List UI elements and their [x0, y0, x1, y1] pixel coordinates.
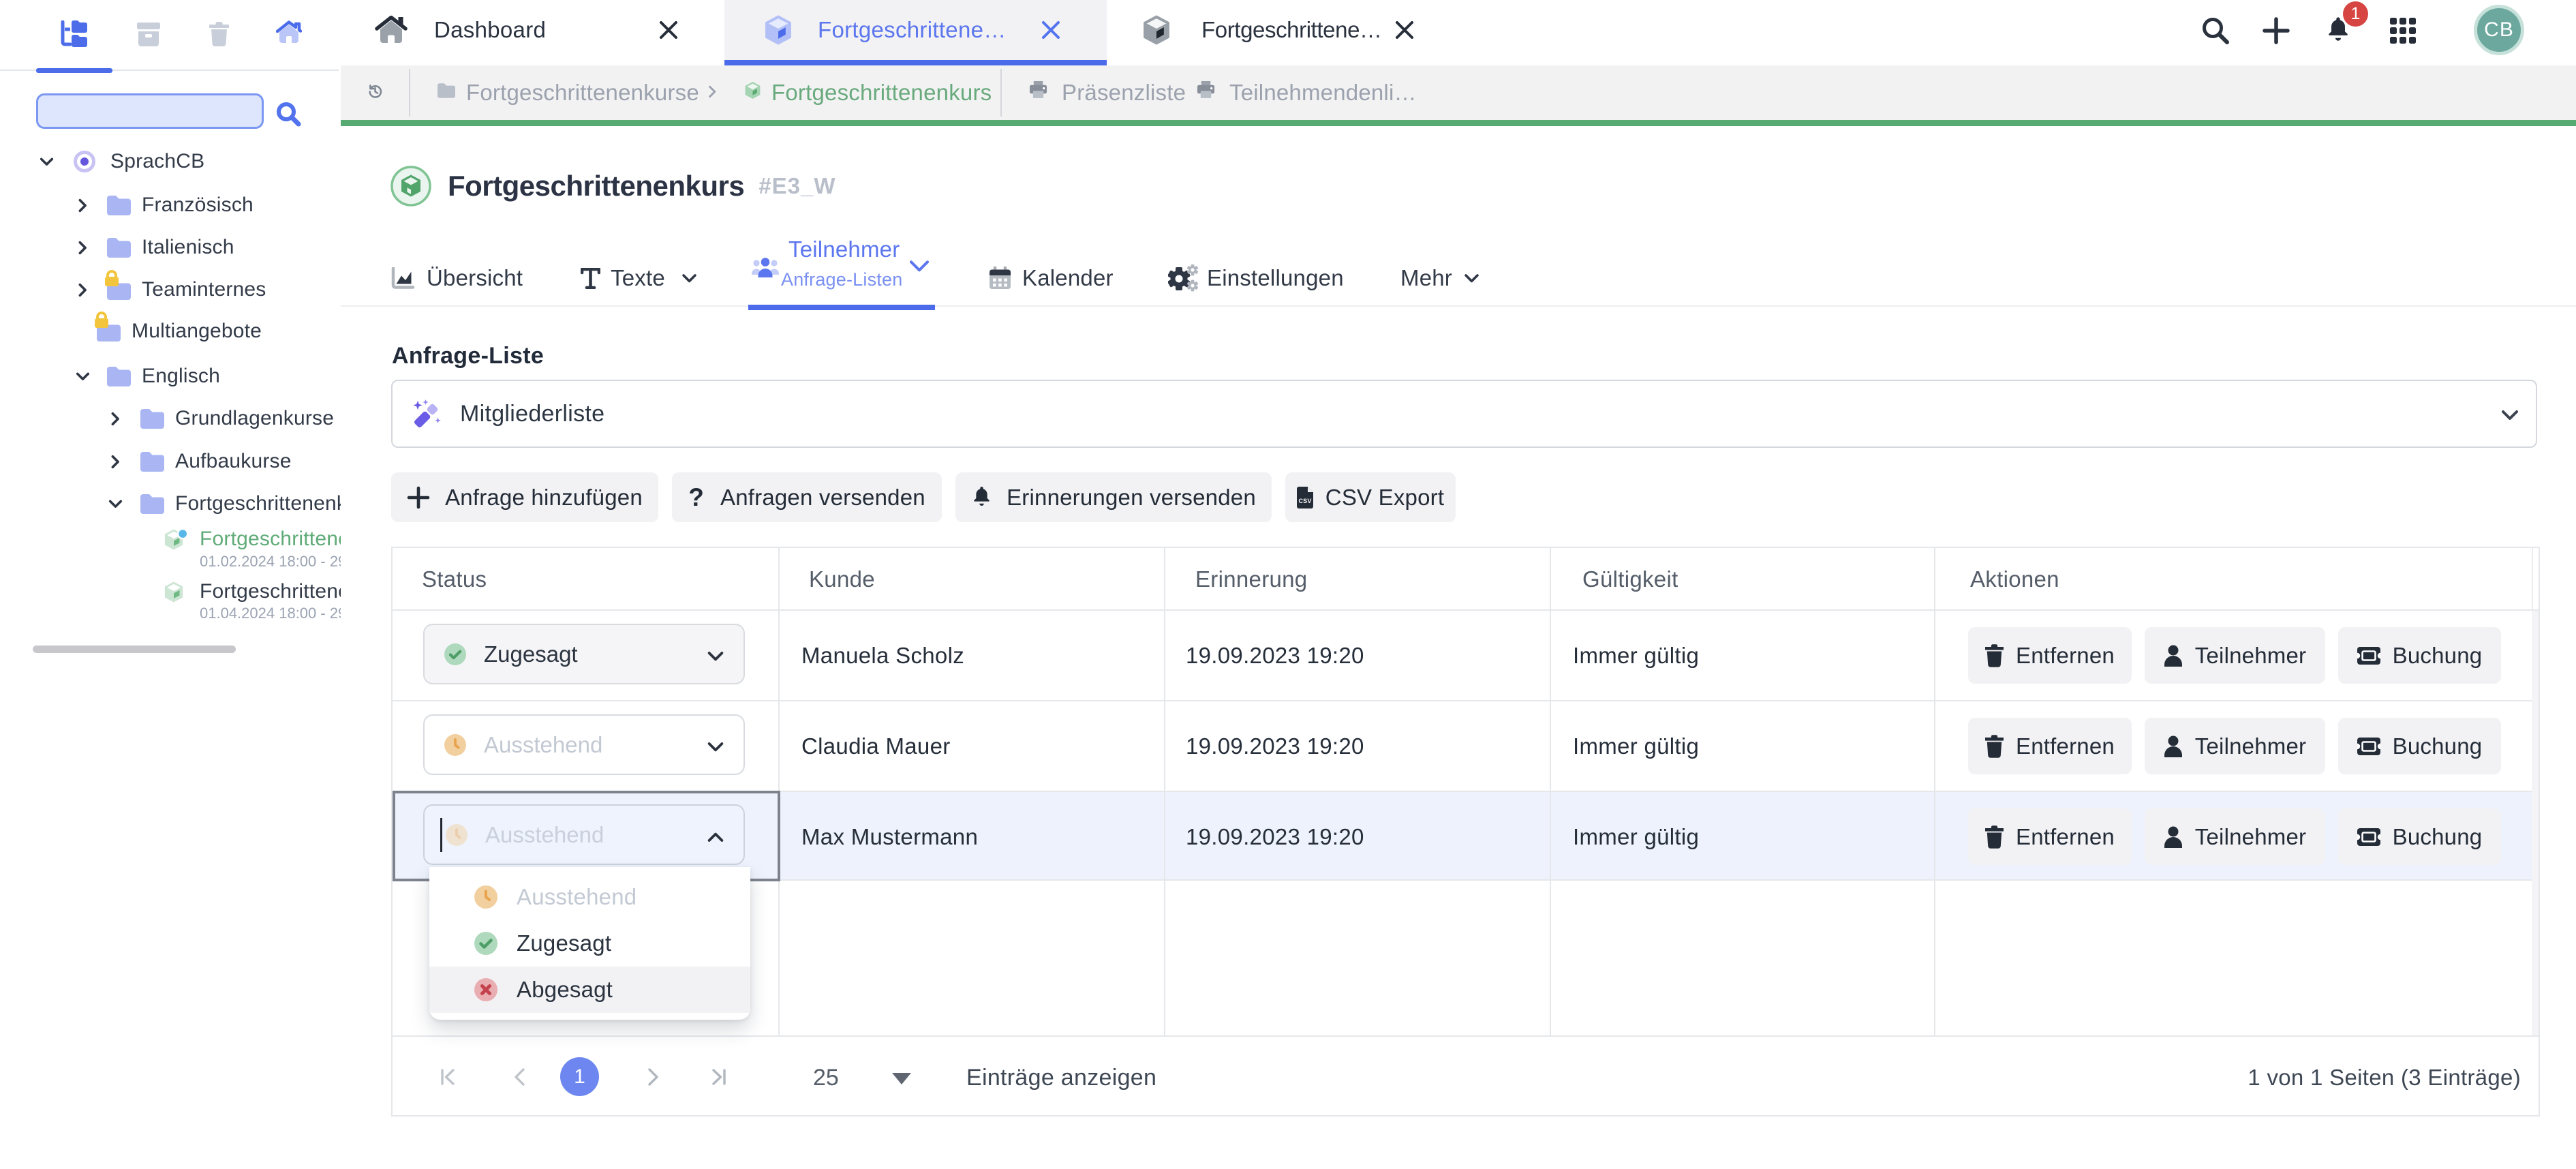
svg-text:CSV: CSV	[1298, 498, 1311, 504]
